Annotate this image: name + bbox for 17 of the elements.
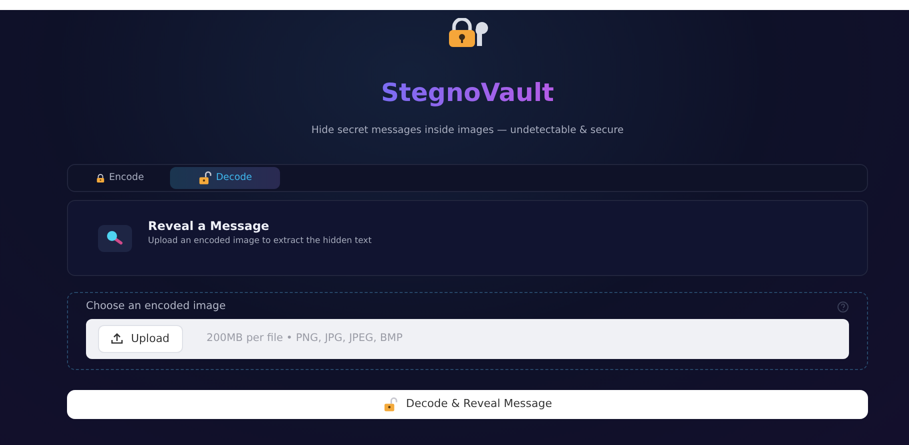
- upload-icon: [111, 333, 123, 344]
- help-icon[interactable]: [837, 300, 849, 313]
- file-uploader[interactable]: Upload 200MB per file • PNG, JPG, JPEG, BMP: [86, 318, 849, 359]
- section-description: Upload an encoded image to extract the hidden text: [148, 234, 372, 248]
- decode-button[interactable]: Decode & Reveal Message: [67, 390, 868, 419]
- tab[interactable]: Decode: [170, 167, 280, 189]
- section-title: Reveal a Message: [148, 218, 270, 235]
- upload-dropzone[interactable]: Choose an encoded image Upload 200MB per file • PNG, JPG, JPEG, BMP: [67, 292, 868, 370]
- upload-label: Choose an encoded image: [86, 299, 226, 314]
- app-subtitle: Hide secret messages inside images — undetectable & secure: [311, 125, 624, 136]
- upload-hint: 200MB per file • PNG, JPG, JPEG, BMP: [206, 330, 403, 346]
- tab[interactable]: Encode: [70, 167, 170, 189]
- magnifier-icon: [105, 230, 125, 246]
- lock-icon: [96, 174, 105, 182]
- unlocked-lock-icon: [198, 171, 212, 185]
- unlocked-lock-icon: [382, 396, 398, 412]
- upload-button[interactable]: Upload: [98, 324, 183, 353]
